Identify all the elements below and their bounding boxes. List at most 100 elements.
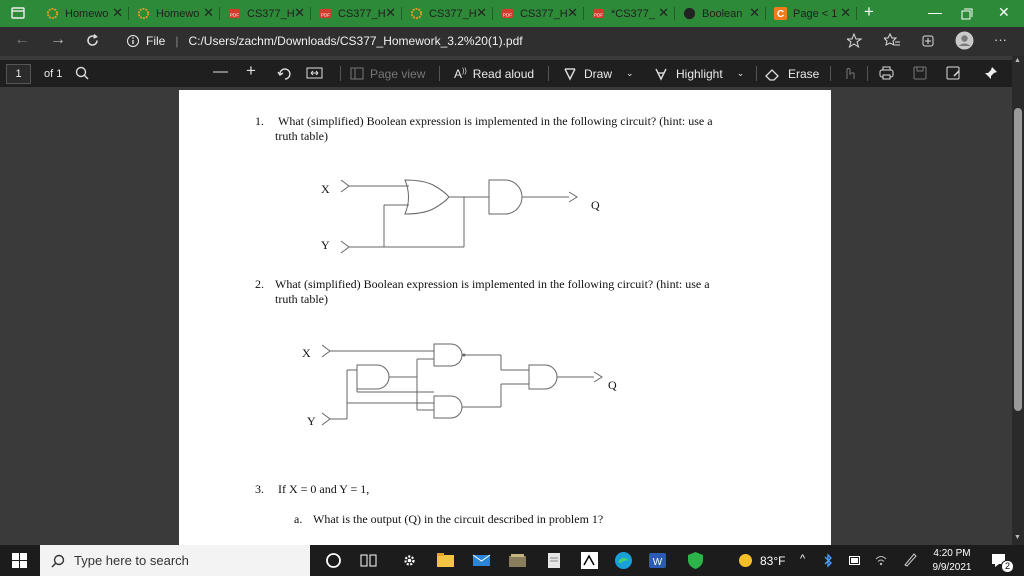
pdf-icon: PDF xyxy=(319,8,332,19)
file-explorer-icon[interactable] xyxy=(436,551,455,570)
chevron-down-icon[interactable]: ⌄ xyxy=(737,68,745,79)
info-icon[interactable] xyxy=(126,34,140,48)
close-icon[interactable]: ✕ xyxy=(112,5,123,21)
kindle-icon[interactable] xyxy=(580,551,599,570)
forward-icon[interactable]: → xyxy=(50,31,66,49)
q3-text: If X = 0 and Y = 1, xyxy=(278,482,370,496)
svg-text:C: C xyxy=(777,9,785,20)
tab-cs377-4[interactable]: PDF CS377_H ✕ xyxy=(501,3,581,24)
close-icon[interactable]: ✕ xyxy=(567,5,578,21)
close-icon[interactable]: ✕ xyxy=(840,5,851,21)
favorites-icon[interactable] xyxy=(884,33,900,49)
draw-button[interactable]: Draw ⌄ xyxy=(563,60,634,87)
chevron-up-icon[interactable]: ^ xyxy=(800,553,805,565)
fit-page-icon[interactable] xyxy=(306,66,323,80)
settings-gear-icon[interactable] xyxy=(400,551,419,570)
url-box[interactable]: File | C:/Users/zachm/Downloads/CS377_Ho… xyxy=(114,31,838,51)
edge-icon[interactable] xyxy=(614,551,633,570)
bluetooth-icon[interactable] xyxy=(823,553,833,568)
pen-icon[interactable] xyxy=(903,552,917,567)
page-number-group: 1 of 1 xyxy=(6,60,62,87)
scroll-down-icon[interactable]: ▼ xyxy=(1014,534,1021,541)
word-icon[interactable]: W xyxy=(648,551,667,570)
save-as-icon[interactable] xyxy=(946,66,961,80)
wifi-icon[interactable] xyxy=(874,553,888,567)
mail-icon[interactable] xyxy=(472,551,491,570)
highlight-button[interactable]: Highlight ⌄ xyxy=(654,60,744,87)
add-favorite-icon[interactable] xyxy=(847,33,863,49)
rotate-icon[interactable] xyxy=(277,66,292,81)
refresh-icon[interactable] xyxy=(85,33,100,48)
notepad-icon[interactable] xyxy=(545,551,564,570)
new-tab-button[interactable]: + xyxy=(864,2,874,22)
shield-icon[interactable] xyxy=(686,551,705,570)
clock-date[interactable]: 9/9/2021 xyxy=(932,562,972,573)
pin-icon[interactable] xyxy=(984,66,998,80)
windows-start-icon[interactable] xyxy=(12,553,27,568)
avatar[interactable] xyxy=(955,31,974,50)
page-number-input[interactable]: 1 xyxy=(6,63,31,84)
search-icon[interactable] xyxy=(75,66,89,80)
tab-label: CS377_H xyxy=(247,7,295,20)
q2-number: 2. xyxy=(255,277,264,291)
q2-text-line2: truth table) xyxy=(275,292,328,306)
clock-time[interactable]: 4:20 PM xyxy=(932,548,972,559)
draw-label: Draw xyxy=(584,66,613,81)
more-options-icon[interactable]: ··· xyxy=(994,32,1007,47)
close-icon[interactable]: ✕ xyxy=(385,5,396,21)
save-icon[interactable] xyxy=(913,66,927,80)
dark-circle-icon xyxy=(683,7,696,20)
read-aloud-button[interactable]: A)) Read aloud xyxy=(454,60,534,87)
restore-icon[interactable] xyxy=(961,8,973,20)
read-aloud-label: Read aloud xyxy=(472,66,535,81)
back-icon[interactable]: ← xyxy=(14,31,30,49)
tab-cs377-1[interactable]: PDF CS377_H ✕ xyxy=(228,3,308,24)
tab-actions-icon[interactable] xyxy=(11,6,25,20)
close-window-icon[interactable]: ✕ xyxy=(998,4,1010,21)
file-label: File xyxy=(146,34,166,48)
tab-homework-2[interactable]: Homewo ✕ xyxy=(137,3,217,24)
tab-page[interactable]: C Page < 1 ✕ xyxy=(774,3,854,24)
chevron-down-icon[interactable]: ⌄ xyxy=(626,68,634,79)
page-view-label: Page view xyxy=(370,66,426,81)
close-icon[interactable]: ✕ xyxy=(294,5,305,21)
folder-icon[interactable] xyxy=(508,551,527,570)
tab-cs377-2[interactable]: PDF CS377_H ✕ xyxy=(319,3,399,24)
tab-label: CS377_H xyxy=(520,7,568,20)
vertical-scrollbar[interactable]: ▲ ▼ xyxy=(1012,56,1024,545)
tab-homework-1[interactable]: Homewo ✕ xyxy=(46,3,126,24)
tab-boolean[interactable]: Boolean ✕ xyxy=(683,3,763,24)
collections-icon[interactable] xyxy=(920,33,936,49)
close-icon[interactable]: ✕ xyxy=(749,5,760,21)
q1-text-line2: truth table) xyxy=(275,129,328,143)
page-view-button[interactable]: Page view xyxy=(350,60,425,87)
tab-cs377-3[interactable]: CS377_H ✕ xyxy=(410,3,490,24)
y-input-arrow xyxy=(340,240,350,254)
weather-temp[interactable]: 83°F xyxy=(760,554,785,568)
battery-icon[interactable] xyxy=(849,556,862,565)
print-icon[interactable] xyxy=(879,66,894,80)
erase-button[interactable]: Erase xyxy=(765,60,819,87)
tab-label: CS377_H xyxy=(338,7,386,20)
close-icon[interactable]: ✕ xyxy=(658,5,669,21)
weather-icon[interactable] xyxy=(737,552,754,569)
minimize-icon[interactable]: — xyxy=(928,4,942,20)
gear-flower-icon xyxy=(410,7,423,20)
url-text[interactable]: C:/Users/zachm/Downloads/CS377_Homework_… xyxy=(188,34,522,48)
output-arrow xyxy=(568,191,578,203)
pdf-icon: PDF xyxy=(501,8,514,19)
close-icon[interactable]: ✕ xyxy=(476,5,487,21)
cortana-icon[interactable] xyxy=(324,551,343,570)
circuit-1-y-label: Y xyxy=(321,238,330,252)
task-view-icon[interactable] xyxy=(359,551,378,570)
taskbar-search-box[interactable]: Type here to search xyxy=(40,545,310,576)
scroll-thumb[interactable] xyxy=(1014,108,1022,411)
zoom-out-icon[interactable]: — xyxy=(213,63,228,80)
touch-icon[interactable] xyxy=(842,65,856,81)
tab-cs377-active[interactable]: PDF *CS377_ ✕ xyxy=(592,3,672,24)
tab-label: Page < 1 xyxy=(793,7,838,20)
scroll-up-icon[interactable]: ▲ xyxy=(1014,57,1021,64)
close-icon[interactable]: ✕ xyxy=(203,5,214,21)
zoom-in-icon[interactable]: + xyxy=(246,61,256,81)
pdf-page: 1. What (simplified) Boolean expression … xyxy=(179,90,831,545)
